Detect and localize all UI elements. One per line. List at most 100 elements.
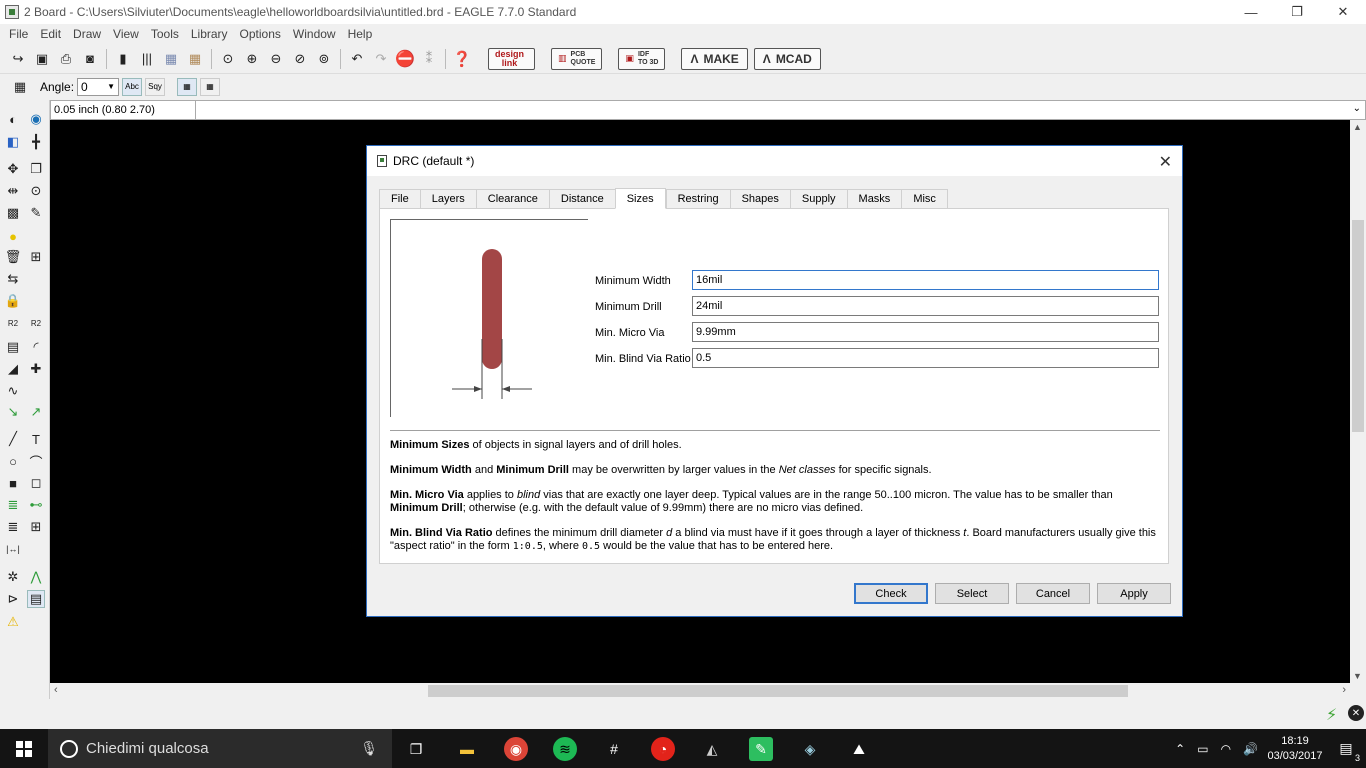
tab-restring[interactable]: Restring — [665, 189, 730, 209]
mark-icon[interactable]: ╋ — [27, 133, 45, 151]
paste-icon[interactable]: ● — [4, 227, 22, 245]
tab-distance[interactable]: Distance — [548, 189, 615, 209]
undo-icon[interactable]: ↶ — [347, 49, 367, 69]
text-icon[interactable]: T — [27, 430, 45, 448]
replace-icon[interactable]: ⇆ — [4, 270, 22, 288]
drc-icon[interactable]: ▤ — [27, 590, 45, 608]
tab-misc[interactable]: Misc — [901, 189, 948, 209]
angle-select[interactable]: 0 ▼ — [77, 77, 120, 96]
tab-sizes[interactable]: Sizes — [614, 188, 666, 209]
cancel-button[interactable]: Cancel — [1016, 583, 1090, 604]
menu-draw[interactable]: Draw — [67, 27, 107, 41]
blind-via-ratio-input[interactable]: 0.5 — [692, 348, 1159, 368]
menu-window[interactable]: Window — [287, 27, 342, 41]
menu-options[interactable]: Options — [234, 27, 287, 41]
check-button[interactable]: Check — [854, 583, 928, 604]
photos-icon[interactable]: ⛰ — [847, 737, 871, 761]
errors-icon[interactable]: ⚠ — [4, 613, 22, 631]
layout-right-toggle[interactable]: ▦ — [200, 77, 221, 96]
menu-edit[interactable]: Edit — [34, 27, 67, 41]
evernote-icon[interactable]: ✎ — [749, 737, 773, 761]
tab-supply[interactable]: Supply — [789, 189, 847, 209]
scroll-left-icon[interactable]: ‹ — [54, 684, 58, 696]
clock[interactable]: 18:19 03/03/2017 — [1264, 734, 1326, 764]
zoom-in-icon[interactable]: ⊕ — [242, 49, 262, 69]
text-mirror-toggle[interactable]: Sqy — [145, 77, 166, 96]
mcad-button[interactable]: Λ MCAD — [753, 47, 821, 70]
miter-icon[interactable]: ◜ — [27, 338, 45, 356]
script-icon[interactable]: ▮ — [113, 49, 133, 69]
tab-clearance[interactable]: Clearance — [475, 189, 549, 209]
battery-icon[interactable]: ▭ — [1197, 742, 1208, 756]
rect-icon[interactable]: ■ — [4, 474, 22, 492]
apply-button[interactable]: Apply — [1097, 583, 1171, 604]
make-button[interactable]: Λ MAKE — [681, 47, 748, 70]
wifi-icon[interactable]: ◠ — [1221, 742, 1231, 756]
circle-icon[interactable]: ○ — [4, 452, 22, 470]
eagle-taskbar-icon[interactable]: ◔ — [651, 737, 675, 761]
open-icon[interactable]: ↪ — [8, 49, 28, 69]
zoom-out-icon[interactable]: ⊖ — [266, 49, 286, 69]
task-view-icon[interactable]: ❐ — [404, 737, 428, 761]
via-icon[interactable]: ≣ — [4, 496, 22, 514]
horizontal-scroll-thumb[interactable] — [428, 685, 1128, 697]
zoom-fit-icon[interactable]: ⊙ — [218, 49, 238, 69]
scroll-down-icon[interactable]: ▼ — [1353, 671, 1362, 681]
chevron-up-icon[interactable]: ⌃ — [1175, 742, 1185, 756]
close-window-button[interactable]: ✕ — [1320, 0, 1366, 24]
schematic-icon[interactable]: ▦ — [161, 49, 181, 69]
tab-shapes[interactable]: Shapes — [729, 189, 790, 209]
smash-icon[interactable]: ▤ — [4, 338, 22, 356]
split-icon[interactable]: ◢ — [4, 360, 22, 378]
spotify-icon[interactable]: ≋ — [553, 737, 577, 761]
stop-icon[interactable]: ⛔ — [395, 49, 415, 69]
info-icon[interactable]: ◐ — [4, 110, 22, 128]
menu-view[interactable]: View — [107, 27, 145, 41]
ulp-icon[interactable]: ||| — [137, 49, 157, 69]
hole-icon[interactable]: ≣ — [4, 518, 22, 536]
menu-tools[interactable]: Tools — [145, 27, 185, 41]
value-icon[interactable]: R2 — [27, 314, 45, 332]
zoom-area-icon[interactable]: ⊚ — [314, 49, 334, 69]
print-icon[interactable]: ⎙ — [56, 49, 76, 69]
grid-icon[interactable]: ▦ — [10, 77, 30, 97]
start-button[interactable] — [0, 729, 48, 768]
close-icon[interactable]: ✕ — [1159, 152, 1172, 172]
optimize-icon[interactable]: ✚ — [27, 360, 45, 378]
slack-icon[interactable]: # — [602, 737, 626, 761]
stop-command-icon[interactable]: ✕ — [1348, 705, 1364, 721]
menu-file[interactable]: File — [3, 27, 34, 41]
cam-icon[interactable]: ◙ — [80, 49, 100, 69]
volume-icon[interactable]: 🔊 — [1243, 742, 1258, 756]
autorouter-icon[interactable]: ⋀ — [27, 568, 45, 586]
microphone-icon[interactable]: 🎙 — [360, 740, 378, 757]
menu-help[interactable]: Help — [342, 27, 379, 41]
inkscape-icon[interactable]: ◭ — [700, 737, 724, 761]
chrome-icon[interactable]: ◉ — [504, 737, 528, 761]
notes-app-icon[interactable]: ◈ — [798, 737, 822, 761]
design-link-button[interactable]: design link — [488, 47, 536, 70]
action-center-icon[interactable]: ▤ 3 — [1326, 740, 1366, 763]
add-icon[interactable]: ⊞ — [27, 248, 45, 266]
horizontal-scrollbar[interactable]: ‹ › — [50, 683, 1350, 699]
cortana-search-box[interactable]: Chiedimi qualcosa 🎙 — [48, 729, 392, 768]
layout-left-toggle[interactable]: ▦ — [177, 77, 198, 96]
scroll-right-icon[interactable]: › — [1342, 684, 1346, 696]
min-width-input[interactable]: 16mil — [692, 270, 1159, 290]
micro-via-input[interactable]: 9.99mm — [692, 322, 1159, 342]
erc-icon[interactable]: ⊳ — [4, 590, 22, 608]
save-icon[interactable]: ▣ — [32, 49, 52, 69]
idf-to-3d-button[interactable]: ▣ IDF TO 3D — [618, 47, 666, 70]
minimize-button[interactable]: — — [1228, 0, 1274, 24]
change-icon[interactable]: ✎ — [27, 204, 45, 222]
redo-icon[interactable]: ↷ — [371, 49, 391, 69]
vertical-scrollbar[interactable]: ▲ ▼ — [1350, 120, 1366, 683]
route-icon[interactable]: ↘ — [4, 403, 22, 421]
lock-icon[interactable]: 🔒 — [4, 292, 22, 310]
min-drill-input[interactable]: 24mil — [692, 296, 1159, 316]
ripup-icon[interactable]: ↗ — [27, 403, 45, 421]
help-icon[interactable]: ❓ — [452, 49, 472, 69]
arc-icon[interactable]: ⌒ — [27, 452, 45, 470]
scroll-up-icon[interactable]: ▲ — [1353, 122, 1362, 132]
file-explorer-icon[interactable]: ▬ — [455, 737, 479, 761]
